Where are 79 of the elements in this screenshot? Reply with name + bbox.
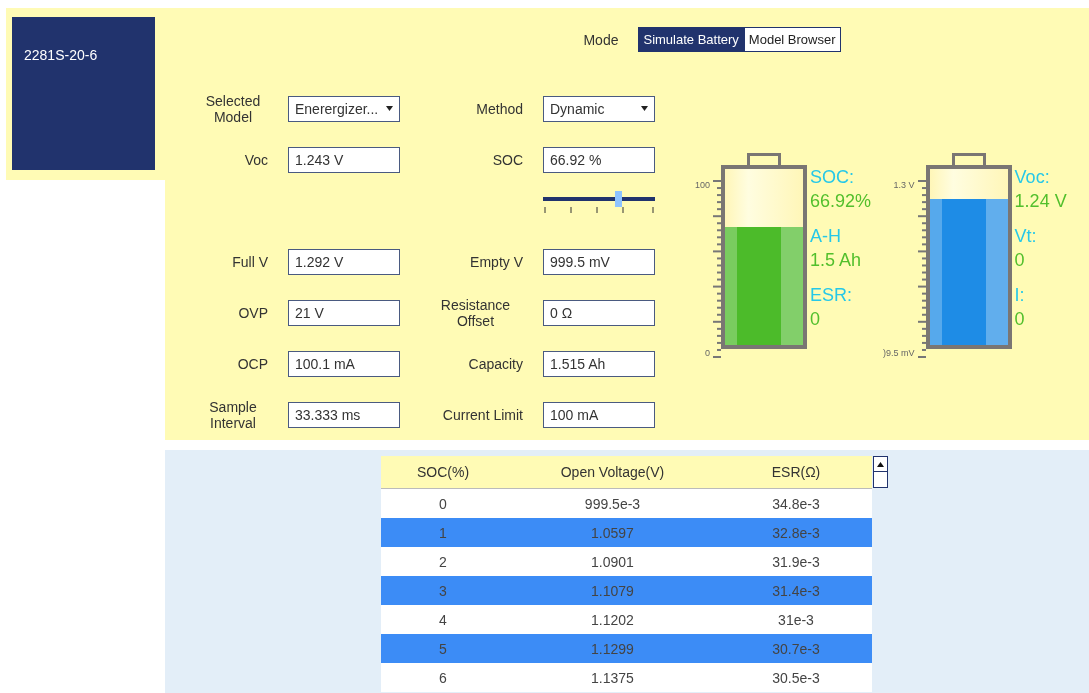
field-label: SOC [492, 151, 523, 168]
table-row[interactable]: 6 1.1375 30.5e-3 [381, 663, 872, 692]
table-cell: 1.1079 [591, 582, 634, 599]
column-header: ESR(Ω) [771, 464, 821, 480]
field-label: Sample Interval [208, 398, 258, 431]
readout-label: SOC: [810, 166, 856, 189]
mode-tab[interactable]: Model Browser [743, 27, 841, 52]
caret-icon [386, 106, 393, 111]
field-label: Empty V [470, 253, 523, 270]
up-arrow-icon [877, 461, 884, 467]
dropdown[interactable]: Enerergizer... [288, 95, 400, 122]
table-cell: 30.7e-3 [772, 640, 820, 657]
input-field[interactable]: 1.515 Ah [543, 350, 655, 377]
device-tile[interactable]: 2281S-20-6 [12, 17, 155, 170]
scroll-thumb[interactable] [873, 472, 888, 488]
input-field[interactable]: 0 Ω [543, 299, 655, 326]
readout-label: ESR: [810, 284, 854, 307]
input-field[interactable]: 999.5 mV [543, 248, 655, 275]
scale-label: 0 [705, 348, 711, 358]
column-header: Open Voltage(V) [560, 464, 665, 480]
field-label: Voc [244, 151, 268, 168]
table-row[interactable]: 2 1.0901 31.9e-3 [381, 547, 872, 576]
column-header: SOC(%) [416, 464, 470, 480]
input-field[interactable]: 21 V [288, 299, 400, 326]
table-cell: 1.1375 [591, 669, 634, 686]
table-cell: 31.9e-3 [772, 553, 820, 570]
scale-label: )9.5 mV [883, 348, 915, 358]
table-cell: 31.4e-3 [772, 582, 820, 599]
field-label: Selected Model [204, 92, 262, 125]
table-cell: 1.1202 [591, 611, 634, 628]
table-cell: 34.8e-3 [772, 495, 820, 512]
readout-label: I: [1014, 284, 1026, 307]
input-field[interactable]: 1.292 V [288, 248, 400, 275]
mode-tab[interactable]: Simulate Battery [638, 27, 744, 52]
soc-slider[interactable] [543, 192, 655, 213]
table-cell: 1.0901 [591, 553, 634, 570]
table-cell: 3 [439, 582, 447, 599]
field-label: Current Limit [442, 406, 523, 423]
mode-label: Mode [583, 31, 619, 48]
input-field[interactable]: 33.333 ms [288, 401, 400, 428]
dropdown[interactable]: Dynamic [543, 95, 655, 122]
readout-value: 0 [1014, 308, 1026, 331]
table-cell: 30.5e-3 [772, 669, 820, 686]
caret-icon [641, 106, 648, 111]
table-cell: 5 [439, 640, 447, 657]
table-cell: 999.5e-3 [584, 495, 641, 512]
table-row[interactable]: 0 999.5e-3 34.8e-3 [381, 489, 872, 518]
input-field[interactable]: 100.1 mA [288, 350, 400, 377]
table-row[interactable]: 4 1.1202 31e-3 [381, 605, 872, 634]
readout-value: 0 [810, 308, 822, 331]
input-field[interactable]: 1.243 V [288, 146, 400, 173]
scroll-up-button[interactable] [873, 456, 888, 472]
readout-label: Voc: [1014, 166, 1051, 189]
readout-value: 1.5 Ah [810, 249, 863, 272]
input-field[interactable]: 100 mA [543, 401, 655, 428]
scale-label: 100 [695, 180, 711, 190]
readout-value: 1.24 V [1014, 190, 1067, 213]
scale-label: 1.3 V [893, 180, 915, 190]
input-field[interactable]: 66.92 % [543, 146, 655, 173]
readout-value: 0 [1014, 249, 1026, 272]
field-label: Resistance Offset [439, 296, 512, 329]
table-cell: 1.0597 [591, 524, 634, 541]
field-label: OCP [237, 355, 268, 372]
readout-label: Vt: [1014, 225, 1038, 248]
table-cell: 32.8e-3 [772, 524, 820, 541]
table-cell: 0 [439, 495, 447, 512]
readout-value: 66.92% [810, 190, 872, 213]
field-label: OVP [238, 304, 268, 321]
slider-ticks-icon [543, 206, 655, 213]
table-cell: 31e-3 [778, 611, 814, 628]
table-cell: 4 [439, 611, 447, 628]
table-cell: 1.1299 [591, 640, 634, 657]
table-cell: 2 [439, 553, 447, 570]
table-cell: 1 [439, 524, 447, 541]
field-label: Capacity [468, 355, 523, 372]
table-cell: 6 [439, 669, 447, 686]
field-label: Full V [232, 253, 268, 270]
readout-label: A-H [810, 225, 843, 248]
field-label: Method [476, 100, 523, 117]
